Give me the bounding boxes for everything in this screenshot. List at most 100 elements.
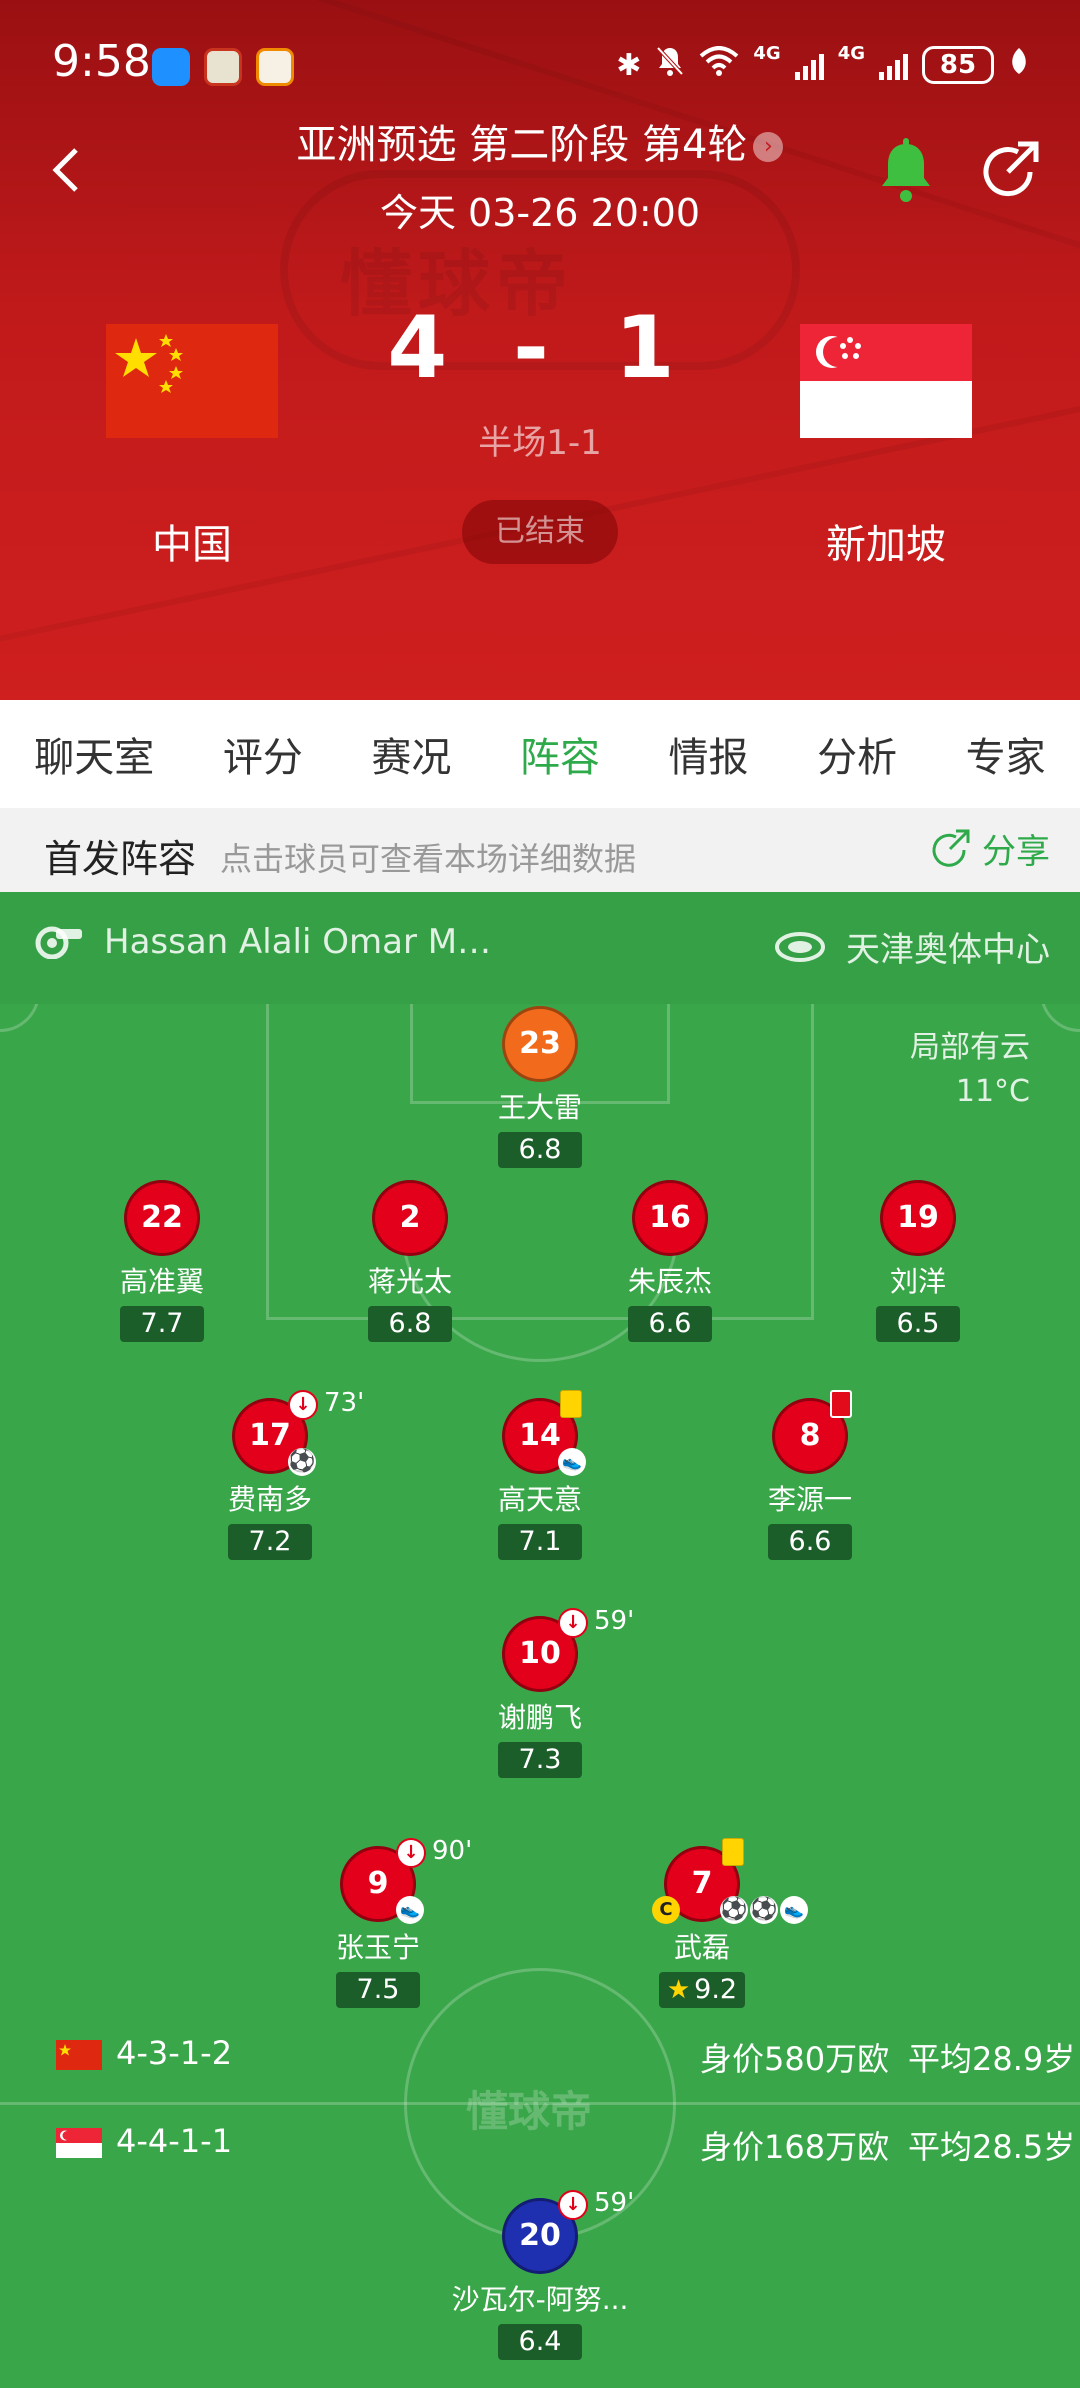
competition-title-text: 亚洲预选 第二阶段 第4轮 <box>296 122 748 168</box>
assist-boot-icon: 👟 <box>396 1896 424 1924</box>
player-name: 费南多 <box>227 1483 312 1516</box>
lineup-share-button[interactable]: 分享 <box>928 824 1050 873</box>
away-team-summary: 4-4-1-1 身价168万欧 平均28.5岁 <box>0 2114 1080 2174</box>
assist-boot-icon: 👟 <box>780 1896 808 1924</box>
player-card[interactable]: 22 高准翼 7.7 <box>72 1180 252 1342</box>
player-card[interactable]: 19 刘洋 6.5 <box>828 1180 1008 1342</box>
away-market-value: 身价168万欧 <box>700 2128 890 2166</box>
signal-icon <box>794 50 824 80</box>
tab-intel[interactable]: 情报 <box>667 725 751 783</box>
player-card[interactable]: 14 👟 高天意 7.1 <box>450 1390 630 1560</box>
home-team-name[interactable]: 中国 <box>92 512 292 570</box>
player-card[interactable]: 10 ↓ 59' 谢鹏飞 7.3 <box>450 1606 634 1778</box>
red-card-icon <box>830 1390 852 1418</box>
goal-ball-icon: ⚽ <box>288 1448 316 1476</box>
away-average-age: 平均28.5岁 <box>908 2128 1076 2166</box>
player-card[interactable]: 16 朱辰杰 6.6 <box>580 1180 760 1342</box>
tab-lineup[interactable]: 阵容 <box>517 725 602 817</box>
yellow-card-icon <box>560 1390 582 1418</box>
share-label: 分享 <box>982 832 1050 872</box>
tab-live[interactable]: 赛况 <box>369 725 453 783</box>
match-status-badge: 已结束 <box>462 500 618 564</box>
network-label: 4G <box>753 42 781 64</box>
star-icon: ★ <box>666 1975 691 2005</box>
player-card[interactable]: 17 ↓ 73' ⚽ 费南多 7.2 <box>180 1388 364 1560</box>
wifi-icon <box>699 46 739 84</box>
player-name: 朱辰杰 <box>627 1265 712 1298</box>
player-rating: 7.2 <box>228 1524 312 1560</box>
home-average-age: 平均28.9岁 <box>908 2040 1076 2078</box>
player-card[interactable]: 7 C ⚽ ⚽ 👟 武磊 ★ 9.2 <box>612 1838 808 2008</box>
whistle-icon <box>35 926 82 959</box>
player-card[interactable]: 8 李源一 6.6 <box>720 1390 900 1560</box>
player-name: 王大雷 <box>497 1091 582 1124</box>
home-market-value: 身价580万欧 <box>700 2040 890 2078</box>
weather-condition: 局部有云 <box>910 1030 1030 1065</box>
sub-off-icon: ↓ <box>558 1608 588 1638</box>
player-card[interactable]: 2 蒋光太 6.8 <box>320 1180 500 1342</box>
player-rating: 6.6 <box>768 1524 852 1560</box>
player-name: 李源一 <box>767 1483 852 1516</box>
chevron-right-icon: › <box>753 132 784 162</box>
away-team-name[interactable]: 新加坡 <box>786 512 986 570</box>
player-rating: 7.1 <box>498 1524 582 1560</box>
bell-icon[interactable] <box>872 138 940 206</box>
player-name: 武磊 <box>673 1931 730 1964</box>
share-icon[interactable] <box>978 138 1044 204</box>
sub-off-icon: ↓ <box>288 1390 318 1420</box>
singapore-flag-icon <box>56 2128 102 2158</box>
player-number: 2 <box>372 1180 448 1256</box>
referee-info: Hassan Alali Omar M… <box>34 922 491 962</box>
sub-off-icon: ↓ <box>558 2190 588 2220</box>
player-rating: 6.8 <box>368 1306 452 1342</box>
player-rating: ★ 9.2 <box>658 1972 746 2008</box>
status-indicators: ✱ 4G 4G 85 <box>616 40 1030 90</box>
player-name: 高天意 <box>497 1483 582 1516</box>
status-time: 9:58 <box>52 36 151 87</box>
player-rating: 6.6 <box>628 1306 712 1342</box>
sub-minute: 73' <box>324 1388 365 1418</box>
player-number: 23 <box>502 1006 578 1082</box>
sub-off-icon: ↓ <box>396 1838 426 1868</box>
player-rating: 7.3 <box>498 1742 582 1778</box>
player-number: 22 <box>124 1180 200 1256</box>
player-rating: 6.4 <box>498 2324 582 2360</box>
player-name: 刘洋 <box>889 1265 946 1298</box>
referee-name: Hassan Alali Omar M… <box>104 922 492 962</box>
away-formation: 4-4-1-1 <box>116 2122 233 2160</box>
signal-icon <box>879 50 908 80</box>
weather-info: 局部有云 11°C <box>910 1026 1030 1114</box>
player-name: 谢鹏飞 <box>497 1701 582 1734</box>
news-app-icon <box>204 48 242 86</box>
bluetooth-icon: ✱ <box>616 47 642 83</box>
player-rating: 6.5 <box>876 1306 960 1342</box>
tab-chatroom[interactable]: 聊天室 <box>32 725 156 783</box>
player-card[interactable]: 23 王大雷 6.8 <box>450 1006 630 1168</box>
player-card[interactable]: 20 ↓ 59' 沙瓦尔-阿努... 6.4 <box>420 2188 660 2360</box>
captain-badge: C <box>652 1896 680 1924</box>
share-icon <box>932 829 970 867</box>
goal-ball-icon: ⚽ <box>720 1896 748 1924</box>
assist-boot-icon: 👟 <box>558 1448 586 1476</box>
tab-analysis[interactable]: 分析 <box>815 725 899 783</box>
sub-minute: 59' <box>594 1606 635 1636</box>
player-rating: 6.8 <box>498 1132 582 1168</box>
sub-minute: 90' <box>432 1836 473 1866</box>
network-label: 4G <box>837 42 865 64</box>
battery-indicator: 85 <box>922 46 994 84</box>
tab-ratings[interactable]: 评分 <box>221 725 305 783</box>
player-number: 16 <box>632 1180 708 1256</box>
lineup-title: 首发阵容 <box>44 837 197 881</box>
venue-info: 天津奥体中心 <box>774 922 1050 971</box>
player-number: 19 <box>880 1180 956 1256</box>
player-rating: 7.7 <box>120 1306 204 1342</box>
lineup-pitch: 懂球帝 Hassan Alali Omar M… 天津奥体中心 局部有云 11°… <box>0 892 1080 2388</box>
away-team-flag[interactable] <box>800 324 972 438</box>
player-rating-value: 9.2 <box>694 1974 738 2005</box>
home-team-summary: 4-3-1-2 身价580万欧 平均28.9岁 <box>0 2026 1080 2086</box>
leaf-icon <box>1008 46 1030 84</box>
player-card[interactable]: 9 ↓ 90' 👟 张玉宁 7.5 <box>288 1836 472 2008</box>
home-formation: 4-3-1-2 <box>116 2034 233 2072</box>
tab-experts[interactable]: 专家 <box>964 725 1048 783</box>
mute-bell-icon <box>655 45 685 85</box>
